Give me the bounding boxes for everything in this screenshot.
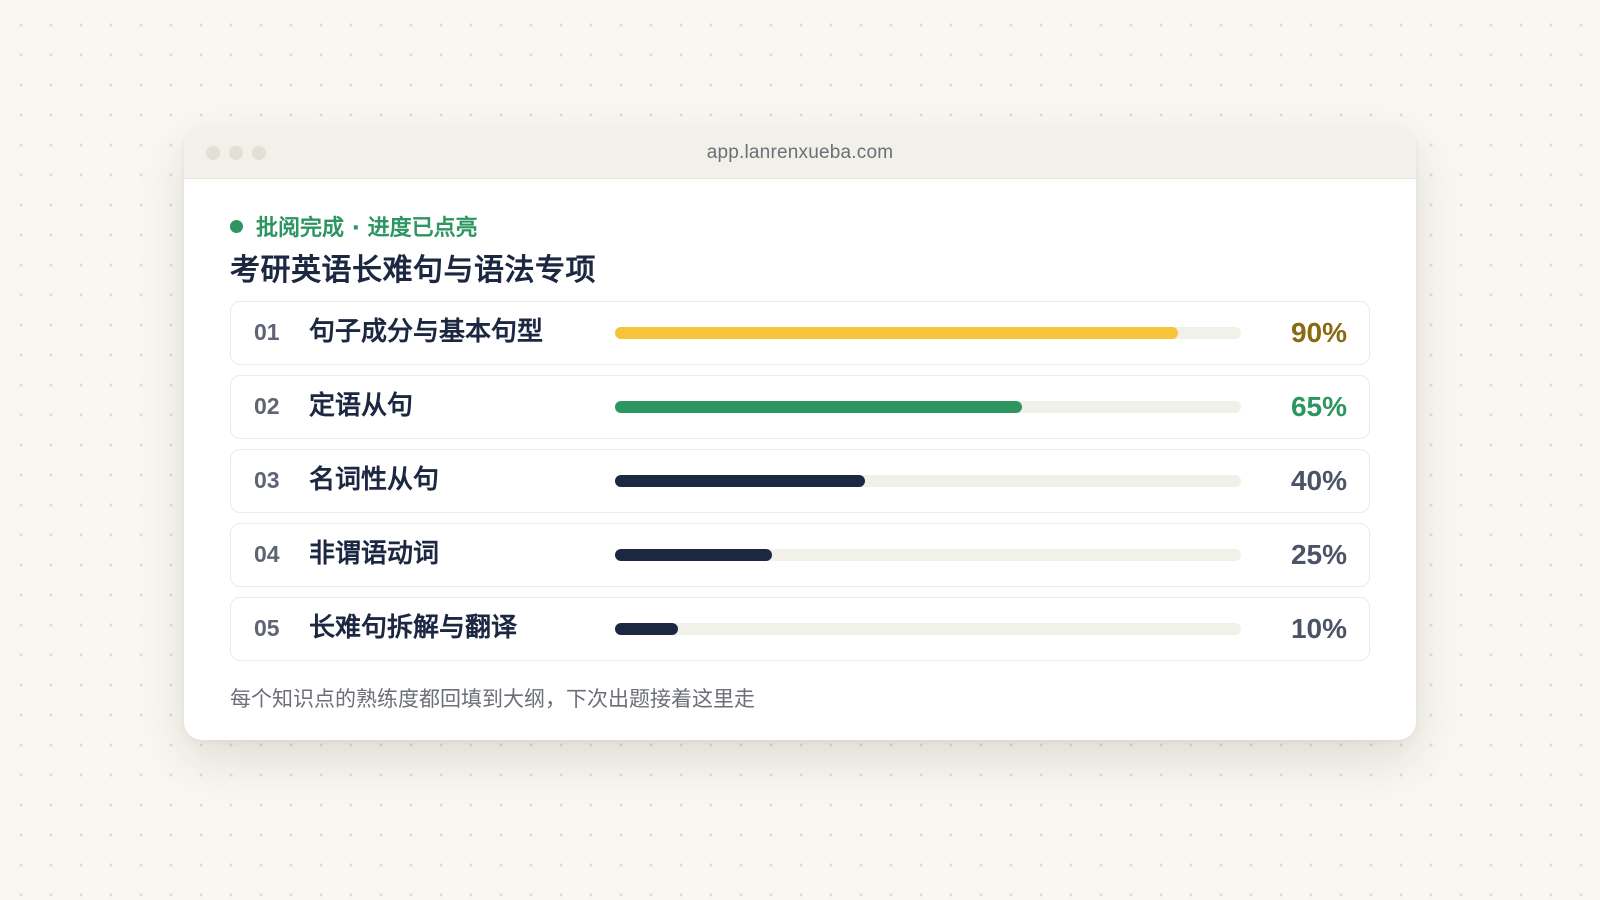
- title-bar: app.lanrenxueba.com: [184, 126, 1416, 179]
- main-content: 批阅完成 · 进度已点亮 考研英语长难句与语法专项 01 句子成分与基本句型 9…: [184, 179, 1416, 713]
- topic-label: 定语从句: [309, 391, 414, 421]
- topic-row[interactable]: 02 定语从句 65%: [230, 375, 1370, 439]
- progress-percent: 10%: [1290, 613, 1347, 644]
- progress-percent: 40%: [1290, 465, 1347, 496]
- page-title: 考研英语长难句与语法专项: [230, 253, 596, 288]
- progress-fill: [615, 401, 1022, 413]
- topic-list: 01 句子成分与基本句型 90% 02 定语从句 65% 03 名词性从句 40…: [230, 301, 1370, 661]
- progress-fill: [615, 327, 1179, 339]
- progress-track: [615, 327, 1241, 339]
- progress-track: [615, 623, 1241, 635]
- progress-fill: [615, 549, 772, 561]
- topic-label: 非谓语动词: [309, 539, 440, 569]
- status-text: 批阅完成 · 进度已点亮: [256, 216, 478, 241]
- progress-percent: 65%: [1290, 391, 1347, 422]
- progress-track: [615, 475, 1241, 487]
- topic-number: 03: [254, 467, 280, 493]
- topic-label: 名词性从句: [309, 465, 440, 495]
- progress-percent: 25%: [1290, 539, 1347, 570]
- address-bar-url[interactable]: app.lanrenxueba.com: [184, 126, 1416, 179]
- topic-number: 05: [254, 615, 280, 641]
- topic-number: 04: [254, 541, 280, 567]
- progress-percent: 90%: [1290, 317, 1347, 348]
- topic-label: 句子成分与基本句型: [309, 317, 544, 347]
- progress-track: [615, 549, 1241, 561]
- topic-row[interactable]: 03 名词性从句 40%: [230, 449, 1370, 513]
- topic-row[interactable]: 01 句子成分与基本句型 90%: [230, 301, 1370, 365]
- topic-row[interactable]: 05 长难句拆解与翻译 10%: [230, 597, 1370, 661]
- progress-track: [615, 401, 1241, 413]
- browser-window: app.lanrenxueba.com 批阅完成 · 进度已点亮 考研英语长难句…: [184, 126, 1416, 740]
- progress-fill: [615, 475, 866, 487]
- progress-fill: [615, 623, 678, 635]
- status-dot-icon: [230, 219, 243, 233]
- topic-label: 长难句拆解与翻译: [309, 613, 518, 643]
- status-line: 批阅完成 · 进度已点亮: [230, 211, 1370, 241]
- topic-number: 02: [254, 393, 280, 419]
- footnote: 每个知识点的熟练度都回填到大纲，下次出题接着这里走: [230, 687, 755, 711]
- topic-row[interactable]: 04 非谓语动词 25%: [230, 523, 1370, 587]
- topic-number: 01: [254, 319, 280, 345]
